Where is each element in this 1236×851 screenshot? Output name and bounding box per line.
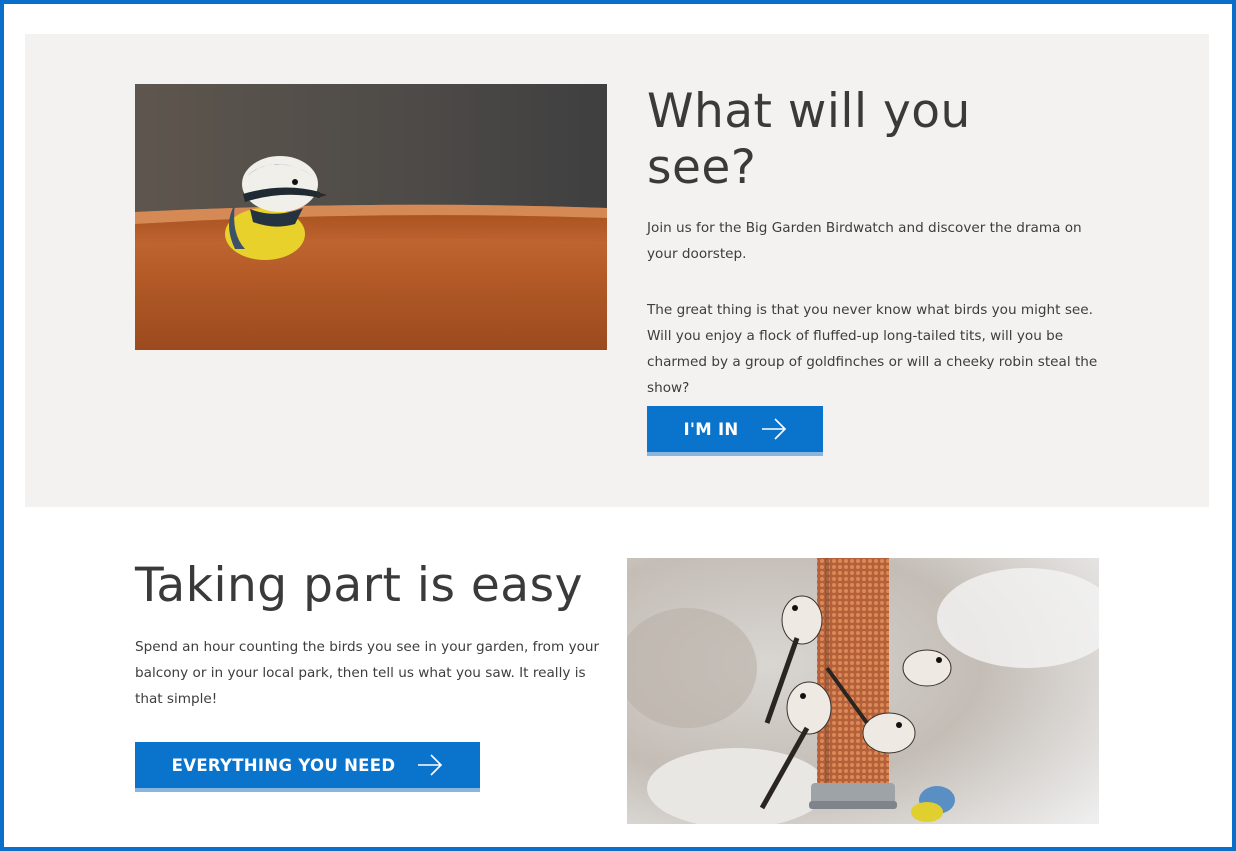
blue-tit-photo [135,84,607,350]
section-heading-taking-part: Taking part is easy [135,558,583,613]
section-heading-what-will-you-see: What will you see? [647,84,971,195]
arrow-right-icon [761,418,786,440]
im-in-button-label: I'M IN [683,419,739,439]
long-tailed-tits-feeder-photo [627,558,1099,824]
arrow-right-icon [418,754,443,776]
taking-part-paragraph: Spend an hour counting the birds you see… [135,639,600,707]
everything-you-need-button-label: EVERYTHING YOU NEED [171,755,396,775]
intro-paragraph: Join us for the Big Garden Birdwatch and… [647,220,1082,262]
everything-you-need-button[interactable]: EVERYTHING YOU NEED [135,742,480,792]
im-in-button[interactable]: I'M IN [647,406,823,456]
description-paragraph: The great thing is that you never know w… [647,302,1098,396]
